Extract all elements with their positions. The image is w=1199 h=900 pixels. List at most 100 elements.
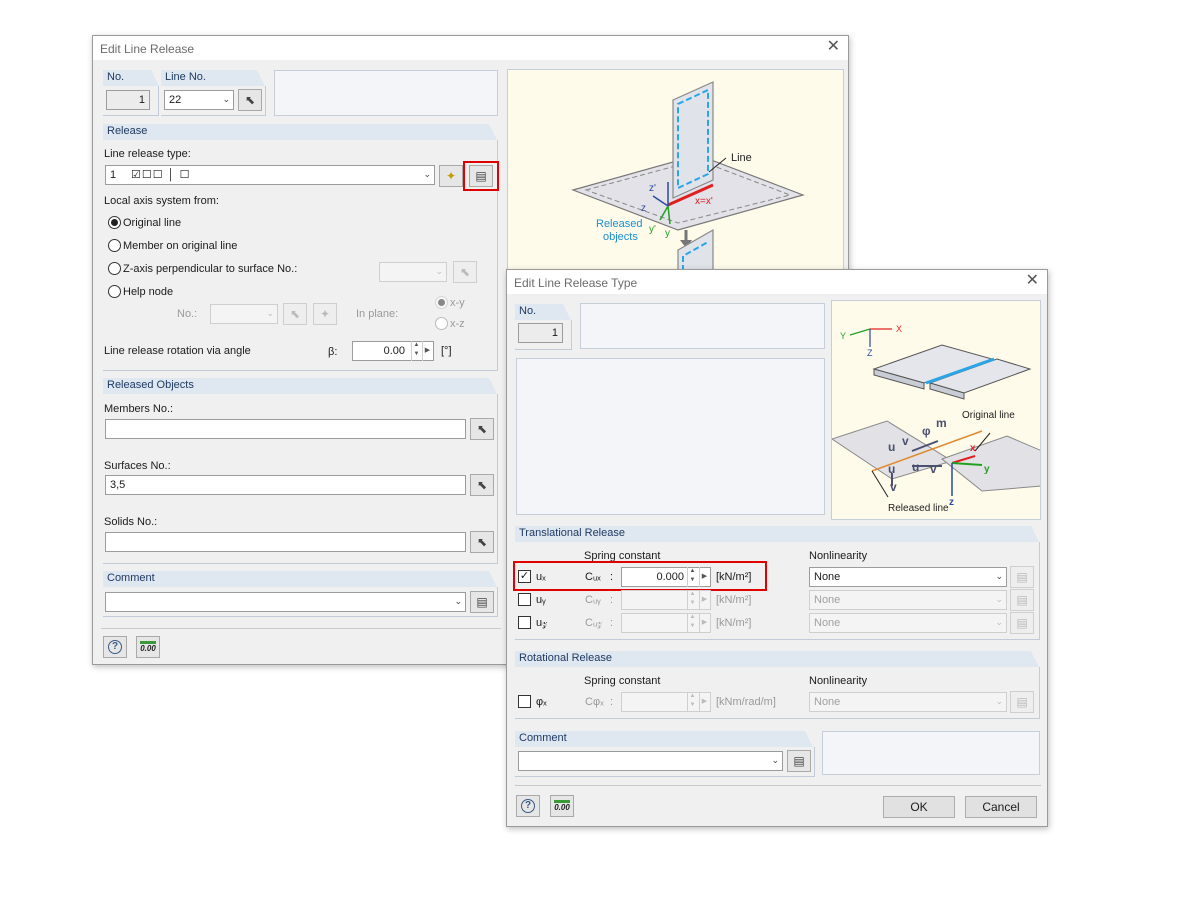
cancel-button[interactable]: Cancel: [965, 796, 1037, 818]
title-bar: Edit Line Release Type ✕: [507, 270, 1047, 294]
help-icon: ?: [108, 640, 122, 654]
library-icon: ▤: [793, 754, 805, 768]
release-type-illustration: X Y Z Original line Released line u v φ: [831, 300, 1041, 520]
line-release-type-combo[interactable]: 1 ☑☐☐ │ ☐ ⌄: [105, 165, 435, 185]
beta-arrow-button[interactable]: ▶: [422, 341, 432, 361]
new-item-icon: ✦: [319, 307, 331, 321]
beta-value: 0.00: [383, 345, 405, 357]
dialog-title: Edit Line Release Type: [514, 276, 638, 290]
cuy-arrow-button[interactable]: ▶: [699, 590, 709, 610]
pick-node-button[interactable]: ⬉: [283, 303, 307, 325]
translational-header: Translational Release: [515, 526, 1039, 542]
units-button[interactable]: 0.00: [550, 795, 574, 817]
cphix-arrow-button[interactable]: ▶: [699, 692, 709, 712]
solids-label: Solids No.:: [104, 516, 158, 528]
phix-label: φₓ: [536, 696, 547, 708]
no-field: 1: [106, 90, 150, 110]
help-icon: ?: [521, 799, 535, 813]
cphix-colon: :: [610, 696, 614, 708]
cphix-unit: [kNm/rad/m]: [716, 696, 776, 708]
units-button[interactable]: 0.00: [136, 636, 160, 658]
close-icon[interactable]: ✕: [827, 39, 840, 55]
radio-z-axis[interactable]: [108, 262, 121, 275]
radio-plane-xy[interactable]: [435, 296, 448, 309]
pick-surfaces-button[interactable]: ⬉: [470, 474, 494, 496]
plane-xz-label: x-z: [450, 318, 465, 330]
radio-member-on-line[interactable]: [108, 239, 121, 252]
uz-nonlinearity-edit-button[interactable]: ▤: [1010, 612, 1034, 634]
phix-nonlinearity-combo[interactable]: None ⌄: [809, 692, 1007, 712]
comment-combo[interactable]: ⌄: [105, 592, 466, 612]
uy-nonlinearity-edit-button[interactable]: ▤: [1010, 589, 1034, 611]
edit-dialog-icon: ▤: [1016, 616, 1028, 630]
ux-nonlinearity-edit-button[interactable]: ▤: [1010, 566, 1034, 588]
illu-z: z: [949, 497, 954, 508]
radio-original-line[interactable]: [108, 216, 121, 229]
cuz-input[interactable]: [621, 613, 711, 633]
cuy-input[interactable]: [621, 590, 711, 610]
help-node-combo[interactable]: ⌄: [210, 304, 278, 324]
phix-checkbox[interactable]: [518, 695, 531, 708]
phix-nonlinearity-edit-button[interactable]: ▤: [1010, 691, 1034, 713]
footer-divider: [515, 785, 1041, 786]
edit-dialog-icon: ▤: [1016, 593, 1028, 607]
title-bar: Edit Line Release ✕: [93, 36, 848, 60]
cuy-spinner[interactable]: ▲ ▼: [687, 590, 697, 610]
help-button[interactable]: ?: [103, 636, 127, 658]
pick-members-button[interactable]: ⬉: [470, 418, 494, 440]
plane-xy-label: x-y: [450, 297, 465, 309]
pick-surface-button[interactable]: ⬉: [453, 261, 477, 283]
solids-input[interactable]: [105, 532, 466, 552]
surface-no-combo[interactable]: ⌄: [379, 262, 447, 282]
cphix-spinner[interactable]: ▲ ▼: [687, 692, 697, 712]
beta-spinner[interactable]: ▲ ▼: [411, 341, 421, 361]
pick-cursor-icon: ⬉: [476, 535, 488, 549]
illu-vz: v: [890, 480, 897, 494]
axis-z: Z: [867, 348, 873, 358]
highlight-box: [463, 161, 499, 191]
pick-cursor-icon: ⬉: [459, 265, 471, 279]
uy-nonlinearity-combo[interactable]: None ⌄: [809, 590, 1007, 610]
members-input[interactable]: [105, 419, 466, 439]
radio-z-axis-label: Z-axis perpendicular to surface No.:: [123, 263, 298, 275]
illu-vx: v: [902, 434, 909, 448]
cuz-unit: [kN/m²]: [716, 617, 752, 629]
ux-nonlinearity-combo[interactable]: None ⌄: [809, 567, 1007, 587]
radio-help-node[interactable]: [108, 285, 121, 298]
chevron-down-icon: ⌄: [995, 617, 1003, 627]
new-item-icon: ✦: [445, 169, 457, 183]
surfaces-input[interactable]: 3,5: [105, 475, 466, 495]
ok-button[interactable]: OK: [883, 796, 955, 818]
pick-cursor-icon: ⬉: [476, 422, 488, 436]
cuy-label: Cᵤᵧ: [585, 594, 601, 606]
cphix-input[interactable]: [621, 692, 711, 712]
rot-nonlinearity-label: Nonlinearity: [809, 675, 868, 687]
radio-plane-xz[interactable]: [435, 317, 448, 330]
chevron-down-icon: ⌄: [995, 594, 1003, 604]
axis-y: Y: [840, 331, 846, 341]
comment-combo[interactable]: ⌄: [518, 751, 783, 771]
comment-library-button[interactable]: ▤: [470, 591, 494, 613]
new-release-type-button[interactable]: ✦: [439, 165, 463, 187]
line-no-combo[interactable]: 22 ⌄: [164, 90, 234, 110]
close-icon[interactable]: ✕: [1026, 273, 1039, 289]
uz-checkbox[interactable]: [518, 616, 531, 629]
highlight-box: [513, 561, 767, 591]
new-node-button[interactable]: ✦: [313, 303, 337, 325]
uz-nonlinearity-combo[interactable]: None ⌄: [809, 613, 1007, 633]
uy-nonlinearity-value: None: [814, 594, 841, 606]
ux-nonlinearity-value: None: [814, 571, 841, 583]
illu-vy: v: [930, 462, 937, 476]
comment-library-button[interactable]: ▤: [787, 750, 811, 772]
illu-original-line: Original line: [962, 410, 1015, 421]
uy-checkbox[interactable]: [518, 593, 531, 606]
illu-z: z: [641, 203, 646, 214]
pick-line-button[interactable]: ⬉: [238, 89, 262, 111]
pick-solids-button[interactable]: ⬉: [470, 531, 494, 553]
chevron-down-icon: ⌄: [222, 94, 230, 104]
cuy-unit: [kN/m²]: [716, 594, 752, 606]
cuz-arrow-button[interactable]: ▶: [699, 613, 709, 633]
help-button[interactable]: ?: [516, 795, 540, 817]
cuz-spinner[interactable]: ▲ ▼: [687, 613, 697, 633]
illustration-svg: X Y Z Original line Released line u v φ: [832, 324, 1040, 514]
